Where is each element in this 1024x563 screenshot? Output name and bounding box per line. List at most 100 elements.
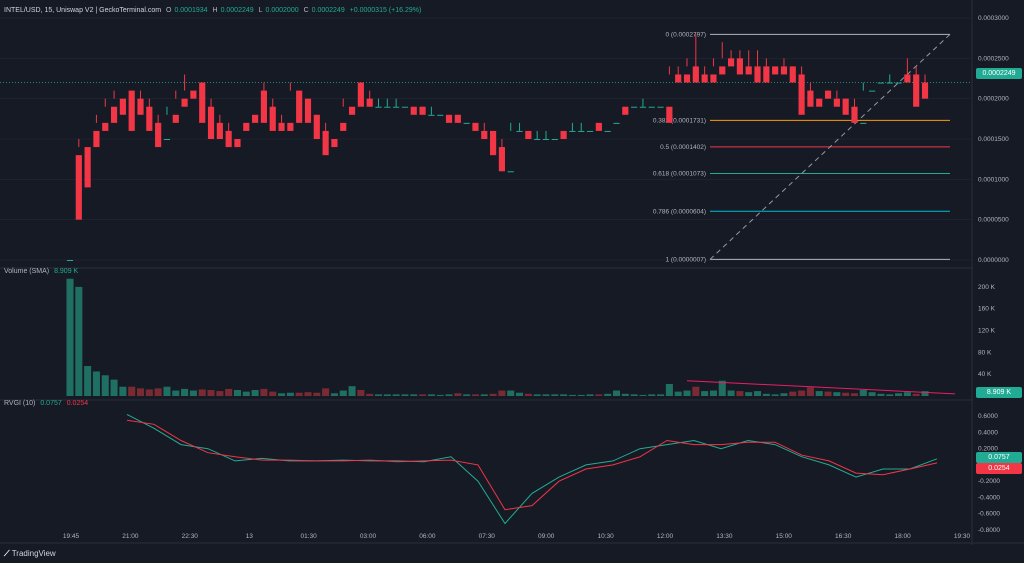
volume-value: 8.909 K xyxy=(54,268,79,275)
volume-bar xyxy=(366,393,374,396)
candle-body xyxy=(657,106,664,108)
volume-bar xyxy=(463,394,471,396)
volume-bar xyxy=(701,391,709,396)
candle-body xyxy=(199,82,206,123)
candle-body xyxy=(516,130,523,132)
candle-body xyxy=(877,82,885,84)
volume-bar xyxy=(507,390,515,396)
price-tick-label: 0.0000500 xyxy=(978,217,1009,224)
fib-label-0.618: 0.618 (0.0001073) xyxy=(653,170,706,177)
volume-bar xyxy=(216,391,224,396)
volume-bar xyxy=(136,388,145,396)
volume-bar xyxy=(621,393,629,396)
candle-body xyxy=(419,106,426,115)
candle-body xyxy=(401,106,409,108)
candle-body xyxy=(384,106,391,108)
volume-bar xyxy=(374,394,383,396)
volume-bar xyxy=(322,388,330,396)
volume-bar xyxy=(295,392,303,396)
candle-body xyxy=(683,74,691,83)
chart-canvas[interactable]: 0.0003000 0.0002500 0.0002000 0.0001500 0.00… xyxy=(0,0,1024,563)
volume-current-tag: 8.909 K xyxy=(976,387,1022,398)
candle-body xyxy=(252,114,259,123)
volume-bar xyxy=(286,392,294,396)
candle-body xyxy=(763,66,770,83)
candle-body xyxy=(75,155,82,220)
volume-bar xyxy=(172,390,180,396)
tradingview-logo-icon: ⟋ xyxy=(4,549,10,558)
candle-body xyxy=(886,82,893,84)
volume-bar xyxy=(895,393,903,396)
candle-body xyxy=(304,98,312,123)
volume-bar xyxy=(436,394,444,396)
fib-label-0.382: 0.382 (0.0001731) xyxy=(653,117,706,124)
candle-body xyxy=(675,74,682,83)
volume-bar xyxy=(727,390,735,396)
volume-bar xyxy=(824,391,832,396)
candle-body xyxy=(296,90,303,123)
rvgi-value-1: 0.0757 xyxy=(40,400,62,407)
volume-bar xyxy=(533,394,541,396)
candle-body xyxy=(428,114,435,116)
volume-bar xyxy=(859,390,867,396)
candle-body xyxy=(534,139,541,140)
rvgi-series-rvgi xyxy=(126,414,938,525)
volume-bar xyxy=(639,394,647,396)
rvgi-tick-label: -0.8000 xyxy=(978,527,1000,534)
candle-body xyxy=(569,130,576,132)
time-tick-label: 13 xyxy=(246,533,254,540)
candle-body xyxy=(481,130,488,139)
change-value: +0.0000315 (+16.29%) xyxy=(349,7,422,14)
candle-body xyxy=(463,122,470,124)
tradingview-logo[interactable]: ⟋ TradingView xyxy=(4,549,56,559)
fib-label-0.786: 0.786 (0.0000604) xyxy=(653,208,706,215)
candle-body xyxy=(137,98,144,115)
candle-body xyxy=(710,74,717,83)
candle-body xyxy=(146,106,153,131)
volume-bar xyxy=(419,394,427,396)
candle-body xyxy=(780,66,788,75)
volume-tick-label: 40 K xyxy=(978,371,992,378)
volume-bar xyxy=(348,386,356,396)
rvgi-tick-label: 0.4000 xyxy=(978,429,998,436)
volume-bar xyxy=(480,394,488,396)
candle-body xyxy=(542,139,550,140)
price-tick-label: 0.0002500 xyxy=(978,55,1009,62)
candle-body xyxy=(789,66,796,83)
candle-body xyxy=(155,122,162,148)
candle-body xyxy=(437,114,444,116)
volume-bar xyxy=(568,394,576,396)
volume-bar xyxy=(154,388,162,396)
candle-body xyxy=(921,82,929,99)
volume-bar xyxy=(516,392,524,396)
rvgi-value-2: 0.0254 xyxy=(66,400,89,407)
candle-body xyxy=(842,98,849,115)
volume-bar xyxy=(207,390,215,396)
volume-bar xyxy=(586,394,594,396)
volume-bar xyxy=(745,392,753,396)
volume-bar xyxy=(498,390,506,396)
volume-bar xyxy=(560,394,568,396)
volume-bar xyxy=(489,393,497,396)
volume-tick-label: 120 K xyxy=(978,328,996,335)
volume-bar xyxy=(542,394,550,396)
candle-body xyxy=(604,130,611,132)
candle-body xyxy=(190,90,197,99)
rvgi-current-tag: 0.0757 xyxy=(976,452,1022,463)
volume-bar xyxy=(877,393,885,396)
volume-bar xyxy=(595,394,603,396)
time-tick-label: 13:30 xyxy=(716,533,733,540)
volume-bar xyxy=(75,286,83,396)
open-value: 0.0001934 xyxy=(174,7,208,14)
price-tick-label: 0.0003000 xyxy=(978,15,1009,22)
candle-body xyxy=(736,58,743,75)
symbol-title: INTEL/USD, 15, Uniswap V2 | GeckoTermina… xyxy=(4,7,162,14)
time-tick-label: 16:30 xyxy=(835,533,852,540)
time-tick-label: 01:30 xyxy=(300,533,317,540)
volume-bar xyxy=(225,388,233,396)
volume-bar xyxy=(278,393,286,396)
candle-body xyxy=(269,106,276,131)
volume-bar xyxy=(357,390,365,396)
candle-body xyxy=(701,74,708,83)
time-tick-label: 06:00 xyxy=(419,533,436,540)
